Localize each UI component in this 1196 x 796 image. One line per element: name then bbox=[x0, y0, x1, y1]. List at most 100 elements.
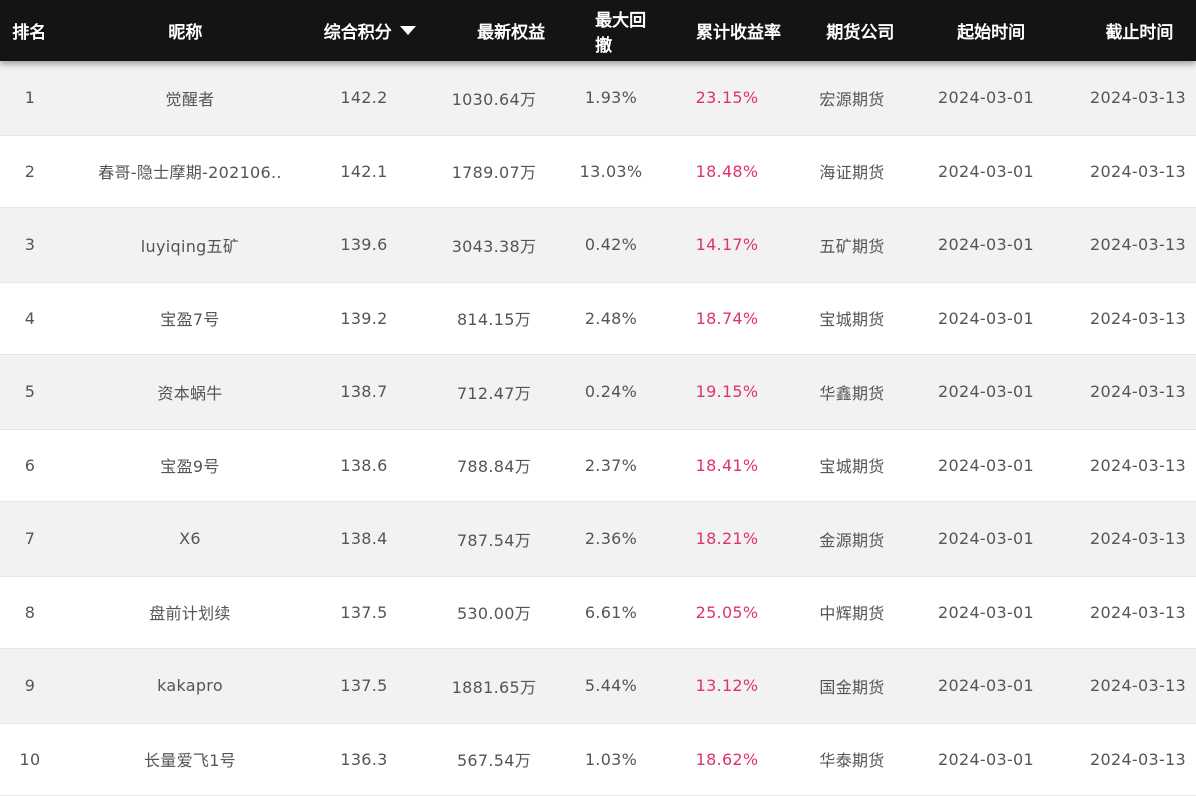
cell-equity-text: 1881.65万 bbox=[451, 677, 537, 697]
table-row[interactable]: 1 觉醒者 142.2 1030.64万 1.93% 23.15% 宏源期货 2024-03-… bbox=[0, 61, 1196, 135]
cell-end-time: 2024-03-13 bbox=[1080, 283, 1196, 355]
cell-name-text[interactable]: 盘前计划续 bbox=[149, 600, 231, 624]
cell-equity: 787.54万 bbox=[408, 502, 580, 576]
table-row[interactable]: 6 宝盈9号 138.6 788.84万 2.37% 18.41% 宝城期货 2024-03-… bbox=[0, 428, 1196, 502]
cell-return-text: 18.48% bbox=[695, 161, 759, 181]
cell-drawdown: 6.61% bbox=[580, 577, 642, 649]
cell-name-text[interactable]: 宝盈7号 bbox=[160, 306, 219, 330]
cell-start-time: 2024-03-01 bbox=[892, 649, 1080, 723]
cell-rank: 9 bbox=[0, 649, 60, 723]
cell-name[interactable]: 宝盈9号 bbox=[60, 430, 320, 502]
cell-name[interactable]: 盘前计划续 bbox=[60, 577, 320, 649]
cell-end-time: 2024-03-13 bbox=[1080, 649, 1196, 723]
cell-score-text: 138.4 bbox=[340, 529, 388, 549]
cell-rank: 2 bbox=[0, 136, 60, 208]
table-row[interactable]: 4 宝盈7号 139.2 814.15万 2.48% 18.74% 宝城期货 2024-03-… bbox=[0, 281, 1196, 355]
cell-score: 138.7 bbox=[320, 355, 408, 429]
cell-return-text: 19.15% bbox=[695, 382, 759, 402]
cell-company: 金源期货 bbox=[812, 502, 892, 576]
header-score-sort[interactable]: 综合积分 bbox=[282, 0, 427, 61]
header-return[interactable]: 累计收益率 bbox=[656, 0, 822, 61]
header-end-time[interactable]: 截止时间 bbox=[1083, 0, 1196, 61]
cell-company-text: 宝城期货 bbox=[819, 457, 885, 477]
cell-rank: 3 bbox=[0, 208, 60, 282]
cell-rank-text: 5 bbox=[24, 382, 36, 402]
cell-equity: 1881.65万 bbox=[408, 649, 580, 723]
table-row[interactable]: 7 X6 138.4 787.54万 2.36% 18.21% 金源期货 2024-03-01… bbox=[0, 502, 1196, 576]
cell-return: 13.12% bbox=[642, 649, 812, 723]
cell-return-text: 18.74% bbox=[695, 308, 759, 328]
table-row[interactable]: 10 长量爱飞1号 136.3 567.54万 1.03% 18.62% 华泰期货 2024-… bbox=[0, 722, 1196, 796]
cell-score-text: 136.3 bbox=[340, 749, 388, 769]
cell-start-time: 2024-03-01 bbox=[892, 208, 1080, 282]
cell-equity: 530.00万 bbox=[408, 577, 580, 649]
header-rank[interactable]: 排名 bbox=[0, 0, 59, 61]
cell-end-time: 2024-03-13 bbox=[1080, 136, 1196, 208]
cell-start-time: 2024-03-01 bbox=[892, 61, 1080, 135]
table-row[interactable]: 9 kakapro 137.5 1881.65万 5.44% 13.12% 国金期货 2024… bbox=[0, 649, 1196, 723]
cell-end-time: 2024-03-13 bbox=[1080, 61, 1196, 135]
header-equity[interactable]: 最新权益 bbox=[427, 0, 595, 61]
cell-company-text: 华泰期货 bbox=[819, 751, 885, 771]
cell-end-time-text: 2024-03-13 bbox=[1090, 749, 1186, 769]
header-drawdown[interactable]: 最大回撤 bbox=[595, 0, 655, 61]
cell-name[interactable]: 觉醒者 bbox=[60, 61, 320, 135]
cell-name-text[interactable]: X6 bbox=[179, 529, 201, 548]
cell-drawdown: 2.48% bbox=[580, 283, 642, 355]
cell-company-text: 华鑫期货 bbox=[819, 383, 885, 403]
cell-company: 海证期货 bbox=[812, 136, 892, 208]
cell-score: 137.5 bbox=[320, 577, 408, 649]
cell-start-time-text: 2024-03-01 bbox=[938, 455, 1034, 475]
cell-rank: 5 bbox=[0, 355, 60, 429]
table-row[interactable]: 5 资本蜗牛 138.7 712.47万 0.24% 19.15% 华鑫期货 2024-03-… bbox=[0, 355, 1196, 429]
cell-name[interactable]: luyiqing五矿 bbox=[60, 208, 320, 282]
cell-drawdown-text: 0.24% bbox=[584, 382, 638, 402]
cell-drawdown: 1.03% bbox=[580, 724, 642, 796]
table-row[interactable]: 2 春哥-隐士摩期-202106.. 142.1 1789.07万 13.03% 18.4… bbox=[0, 134, 1196, 208]
cell-company: 国金期货 bbox=[812, 649, 892, 723]
cell-company: 华泰期货 bbox=[812, 724, 892, 796]
cell-return-text: 18.21% bbox=[695, 529, 759, 549]
cell-start-time: 2024-03-01 bbox=[892, 577, 1080, 649]
cell-rank: 6 bbox=[0, 430, 60, 502]
cell-score: 138.6 bbox=[320, 430, 408, 502]
cell-name-text[interactable]: 长量爱飞1号 bbox=[144, 747, 236, 771]
cell-score: 142.1 bbox=[320, 136, 408, 208]
cell-rank-text: 7 bbox=[24, 529, 36, 549]
cell-rank: 4 bbox=[0, 283, 60, 355]
cell-name[interactable]: 春哥-隐士摩期-202106.. bbox=[60, 136, 320, 208]
cell-name-text[interactable]: 春哥-隐士摩期-202106.. bbox=[98, 159, 282, 183]
cell-rank: 7 bbox=[0, 502, 60, 576]
cell-name[interactable]: X6 bbox=[60, 502, 320, 576]
cell-rank-text: 4 bbox=[24, 308, 36, 328]
cell-company-text: 宝城期货 bbox=[819, 310, 885, 330]
cell-equity: 3043.38万 bbox=[408, 208, 580, 282]
cell-return-text: 18.62% bbox=[695, 749, 759, 769]
cell-name[interactable]: 宝盈7号 bbox=[60, 283, 320, 355]
header-name[interactable]: 昵称 bbox=[59, 0, 313, 61]
table-row[interactable]: 8 盘前计划续 137.5 530.00万 6.61% 25.05% 中辉期货 2024-03… bbox=[0, 575, 1196, 649]
sort-descending-icon[interactable] bbox=[399, 26, 416, 35]
cell-drawdown: 2.37% bbox=[580, 430, 642, 502]
cell-company: 中辉期货 bbox=[812, 577, 892, 649]
cell-return: 18.62% bbox=[642, 724, 812, 796]
cell-drawdown-text: 2.36% bbox=[584, 529, 638, 549]
cell-start-time: 2024-03-01 bbox=[892, 355, 1080, 429]
cell-drawdown: 2.36% bbox=[580, 502, 642, 576]
cell-equity: 814.15万 bbox=[408, 283, 580, 355]
cell-equity-text: 1030.64万 bbox=[451, 89, 537, 109]
header-company[interactable]: 期货公司 bbox=[821, 0, 899, 61]
cell-name-text[interactable]: kakapro bbox=[157, 676, 223, 695]
cell-name-text[interactable]: 宝盈9号 bbox=[160, 453, 219, 477]
header-start-time[interactable]: 起始时间 bbox=[899, 0, 1082, 61]
cell-name-text[interactable]: 觉醒者 bbox=[166, 86, 215, 110]
table-row[interactable]: 3 luyiqing五矿 139.6 3043.38万 0.42% 14.17% 五矿期货 2… bbox=[0, 208, 1196, 282]
cell-name[interactable]: kakapro bbox=[60, 649, 320, 723]
cell-name[interactable]: 资本蜗牛 bbox=[60, 355, 320, 429]
cell-company-text: 中辉期货 bbox=[819, 604, 885, 624]
cell-start-time-text: 2024-03-01 bbox=[938, 235, 1034, 255]
cell-name-text[interactable]: luyiqing五矿 bbox=[141, 233, 239, 257]
cell-drawdown: 13.03% bbox=[580, 136, 642, 208]
cell-name[interactable]: 长量爱飞1号 bbox=[60, 724, 320, 796]
cell-name-text[interactable]: 资本蜗牛 bbox=[157, 380, 222, 404]
